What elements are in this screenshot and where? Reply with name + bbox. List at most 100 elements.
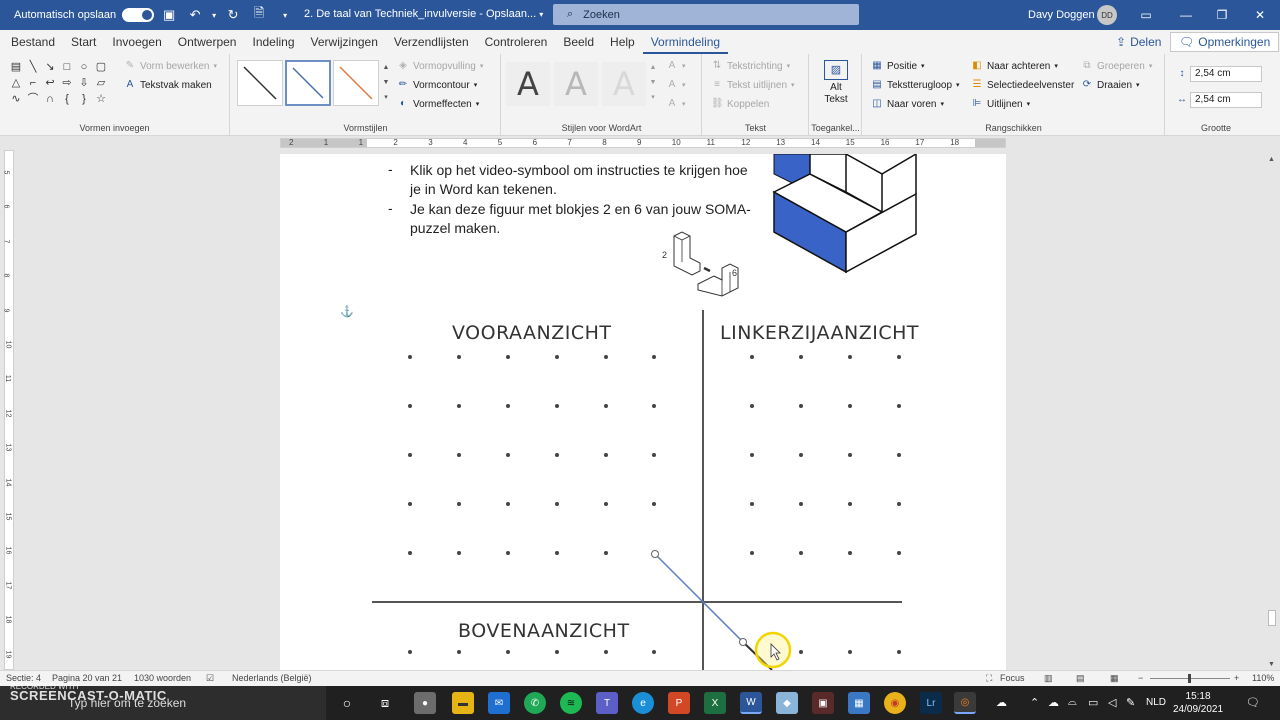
selection-pane-button[interactable]: ☰ Selectiedeelvenster: [971, 79, 1075, 91]
save-icon[interactable]: ▣: [158, 4, 180, 26]
proofing-icon[interactable]: ☑: [206, 673, 214, 684]
whatsapp-icon[interactable]: ✆: [524, 692, 546, 714]
zoom-in-icon[interactable]: +: [1234, 673, 1239, 683]
shape-style-2[interactable]: [285, 60, 331, 106]
gallery-scroll[interactable]: ▲ ▼ ▾: [648, 60, 658, 108]
zoom-out-icon[interactable]: −: [1138, 673, 1143, 683]
vertical-ruler[interactable]: 5 6 7 8 9 10 11 12 13 14 15 16 17 18 19: [0, 150, 18, 670]
curved-connector-shape-icon[interactable]: ↩: [42, 76, 58, 91]
volume-icon[interactable]: ◁: [1108, 696, 1116, 709]
read-mode-icon[interactable]: ▥: [1044, 673, 1053, 684]
tab-controleren[interactable]: Controleren: [477, 30, 556, 54]
draw-text-box-button[interactable]: A Tekstvak maken: [124, 79, 212, 91]
arrow-line-shape-icon[interactable]: ↘: [42, 60, 58, 75]
teams-icon[interactable]: T: [596, 692, 618, 714]
calculator-icon[interactable]: ▦: [848, 692, 870, 714]
language-indicator[interactable]: Nederlands (België): [232, 673, 312, 683]
text-direction-button[interactable]: ⇅ Tekstrichting ▾: [711, 60, 790, 72]
share-button[interactable]: ⇪ Delen: [1108, 32, 1169, 52]
edge-icon[interactable]: e: [632, 692, 654, 714]
elbow-connector-shape-icon[interactable]: ⌐: [25, 76, 41, 91]
projection-axes[interactable]: [280, 154, 1006, 670]
clock[interactable]: 15:18 24/09/2021: [1173, 690, 1223, 716]
chrome-icon[interactable]: ◉: [884, 692, 906, 714]
customize-toolbar-icon[interactable]: ▾: [274, 4, 296, 26]
tab-help[interactable]: Help: [602, 30, 643, 54]
brace-shape-icon[interactable]: {: [59, 92, 75, 107]
wordart-style-3[interactable]: A: [602, 62, 646, 106]
alt-text-button[interactable]: ▨ Alt Tekst: [818, 60, 854, 106]
screencast-icon[interactable]: ◎: [954, 692, 976, 714]
user-name[interactable]: Davy Doggen: [1028, 9, 1095, 21]
focus-button[interactable]: Focus: [1000, 673, 1025, 683]
rounded-rectangle-shape-icon[interactable]: ▢: [93, 60, 109, 75]
line-shape-icon[interactable]: ╲: [25, 60, 41, 75]
down-arrow-shape-icon[interactable]: ⇩: [76, 76, 92, 91]
rotate-button[interactable]: ⟳ Draaien ▾: [1081, 79, 1140, 91]
wordart-style-1[interactable]: A: [506, 62, 550, 106]
gallery-scroll[interactable]: ▲ ▼ ▾: [381, 60, 391, 108]
notification-icon[interactable]: 🗨: [1246, 696, 1260, 709]
cloud-sync-icon[interactable]: ☁: [1048, 696, 1059, 709]
minimize-icon[interactable]: —: [1172, 4, 1200, 26]
ribbon-display-options-icon[interactable]: ▭: [1132, 4, 1160, 26]
position-button[interactable]: ▦ Positie ▾: [871, 60, 924, 72]
shape-fill-button[interactable]: ◈ Vormopvulling ▾: [397, 60, 483, 72]
rectangle-shape-icon[interactable]: □: [59, 60, 75, 75]
focus-icon[interactable]: ⛶: [986, 673, 992, 684]
text-fill-button[interactable]: A ▾: [666, 60, 686, 72]
right-arrow-shape-icon[interactable]: ⇨: [59, 76, 75, 91]
tab-start[interactable]: Start: [63, 30, 104, 54]
horizontal-ruler[interactable]: 2 1 1 2 3 4 5 6 7 8 9 10 11 12 13 14 15 16 17 18: [0, 136, 1280, 150]
width-input[interactable]: 2,54 cm: [1190, 92, 1262, 108]
tab-verwijzingen[interactable]: Verwijzingen: [303, 30, 386, 54]
undo-dropdown-icon[interactable]: ▾: [210, 4, 218, 26]
zoom-slider[interactable]: [1150, 674, 1230, 683]
tab-vormindeling[interactable]: Vormindeling: [642, 30, 729, 54]
app-icon[interactable]: ◆: [776, 692, 798, 714]
media-app-icon[interactable]: ▣: [812, 692, 834, 714]
brace-right-shape-icon[interactable]: }: [76, 92, 92, 107]
tab-bestand[interactable]: Bestand: [3, 30, 63, 54]
file-explorer-icon[interactable]: ▬: [452, 692, 474, 714]
close-icon[interactable]: ✕: [1246, 4, 1274, 26]
document-title[interactable]: 2. De taal van Techniek_invulversie - Op…: [304, 8, 543, 20]
create-link-button[interactable]: ⛓ Koppelen: [711, 98, 769, 110]
text-outline-button[interactable]: A ▾: [666, 79, 686, 91]
scroll-down-arrow[interactable]: ▼: [1268, 661, 1275, 668]
show-hidden-icons-icon[interactable]: ⌃: [1030, 696, 1039, 709]
network-icon[interactable]: ⌓: [1068, 696, 1077, 709]
battery-icon[interactable]: ▭: [1088, 696, 1098, 709]
oval-shape-icon[interactable]: ○: [76, 60, 92, 75]
tab-indeling[interactable]: Indeling: [244, 30, 302, 54]
shape-gallery[interactable]: ▤ ╲ ↘ □ ○ ▢ △ ⌐ ↩ ⇨ ⇩ ▱ ∿ ⌒ ∩ { } ☆: [8, 60, 108, 107]
wordart-style-2[interactable]: A: [554, 62, 598, 106]
group-button[interactable]: ⧉ Groeperen ▾: [1081, 60, 1152, 72]
send-backward-button[interactable]: ◧ Naar achteren ▾: [971, 60, 1058, 72]
redo-icon[interactable]: ↻: [222, 4, 244, 26]
excel-icon[interactable]: X: [704, 692, 726, 714]
onedrive-icon[interactable]: ☁: [996, 696, 1007, 709]
tab-verzendlijsten[interactable]: Verzendlijsten: [386, 30, 477, 54]
pen-tray-icon[interactable]: ✎: [1126, 696, 1135, 709]
spotify-icon[interactable]: ≋: [560, 692, 582, 714]
powerpoint-icon[interactable]: P: [668, 692, 690, 714]
anchor-icon[interactable]: ⚓: [340, 305, 354, 318]
wrap-text-button[interactable]: ▤ Tekstterugloop ▾: [871, 79, 959, 91]
height-input[interactable]: 2,54 cm: [1190, 66, 1262, 82]
scroll-up-arrow[interactable]: ▲: [1268, 156, 1275, 163]
avatar[interactable]: DD: [1097, 5, 1117, 25]
zoom-level[interactable]: 110%: [1252, 673, 1274, 683]
text-box-shape-icon[interactable]: ▤: [8, 60, 24, 75]
triangle-shape-icon[interactable]: △: [8, 76, 24, 91]
task-view-icon[interactable]: ⧈: [374, 692, 396, 714]
print-layout-icon[interactable]: ▤: [1076, 673, 1085, 684]
shape-outline-button[interactable]: ✏ Vormcontour ▾: [397, 79, 477, 91]
autosave-control[interactable]: Automatisch opslaan: [14, 8, 155, 22]
word-icon[interactable]: W: [740, 692, 762, 714]
edit-shape-button[interactable]: ✎ Vorm bewerken ▾: [124, 60, 217, 72]
ruler-bar[interactable]: 2 1 1 2 3 4 5 6 7 8 9 10 11 12 13 14 15 16 17 18: [280, 138, 1006, 148]
search-box[interactable]: ⌕ Zoeken: [553, 4, 859, 25]
align-button[interactable]: ⊫ Uitlijnen ▾: [971, 98, 1030, 110]
input-language[interactable]: NLD: [1146, 697, 1166, 708]
